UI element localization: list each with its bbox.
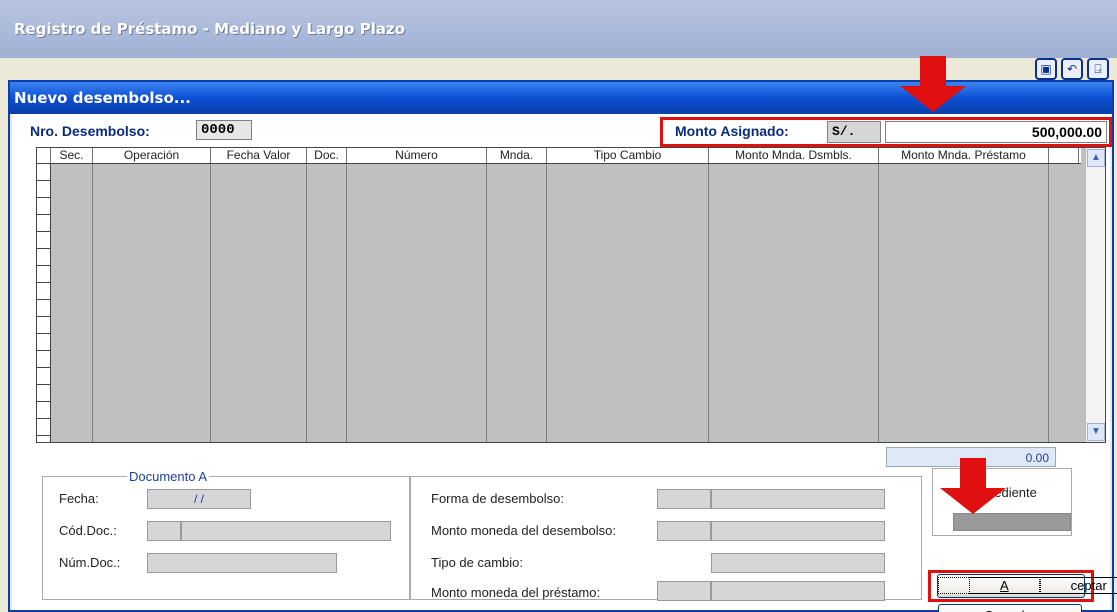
col-numero[interactable]: Número	[347, 148, 487, 163]
undo-icon[interactable]: ↶	[1061, 58, 1083, 80]
num-doc-field[interactable]	[147, 553, 337, 573]
dialog-content: Nro. Desembolso: 0000 Monto Asignado: S/…	[12, 114, 1117, 612]
nro-desembolso-label: Nro. Desembolso:	[30, 123, 150, 139]
grid-header: Sec. Operación Fecha Valor Doc. Número M…	[37, 148, 1081, 164]
monto-desembolso-currency[interactable]	[657, 521, 711, 541]
disbursement-grid[interactable]: Sec. Operación Fecha Valor Doc. Número M…	[36, 147, 1106, 443]
monto-asignado-highlight: Monto Asignado: S/. 500,000.00	[660, 117, 1112, 147]
grid-body[interactable]	[51, 164, 1049, 442]
cod-doc-label: Cód.Doc.:	[59, 523, 117, 538]
forma-desembolso-code[interactable]	[657, 489, 711, 509]
monto-desembolso-label: Monto moneda del desembolso:	[431, 523, 617, 538]
col-monto-dsmbls[interactable]: Monto Mnda. Dsmbls.	[709, 148, 879, 163]
col-sec[interactable]: Sec.	[51, 148, 93, 163]
fecha-field[interactable]: / /	[147, 489, 251, 509]
num-doc-label: Núm.Doc.:	[59, 555, 121, 570]
accept-highlight: Aceptar	[928, 570, 1117, 602]
outer-window-title: Registro de Préstamo - Mediano y Largo P…	[14, 20, 406, 38]
cod-doc-desc-field[interactable]	[181, 521, 391, 541]
col-fecha-valor[interactable]: Fecha Valor	[211, 148, 307, 163]
col-extra	[1049, 148, 1079, 163]
col-mnda[interactable]: Mnda.	[487, 148, 547, 163]
desembolso-group: Forma de desembolso: Monto moneda del de…	[410, 476, 922, 601]
exit-icon[interactable]: ⍈	[1087, 58, 1109, 80]
monto-asignado-value: 500,000.00	[885, 121, 1107, 143]
row-selector-header	[37, 148, 51, 163]
documento-legend: Documento A	[127, 469, 210, 484]
monto-desembolso-value[interactable]	[711, 521, 885, 541]
monto-prestamo-value[interactable]	[711, 581, 885, 601]
outer-toolbar: ▣ ↶ ⍈	[1035, 58, 1109, 80]
monto-asignado-label: Monto Asignado:	[675, 123, 789, 139]
scroll-up-icon[interactable]: ▲	[1087, 149, 1105, 167]
col-doc[interactable]: Doc.	[307, 148, 347, 163]
col-tipo-cambio[interactable]: Tipo Cambio	[547, 148, 709, 163]
new-disbursement-dialog: Nuevo desembolso... Nro. Desembolso: 000…	[8, 80, 1117, 612]
grid-scrollbar[interactable]: ▲ ▼	[1085, 148, 1105, 442]
cancel-button[interactable]: Cancelar	[938, 604, 1082, 612]
col-operacion[interactable]: Operación	[93, 148, 211, 163]
documento-group: Documento A Fecha: / / Cód.Doc.: Núm.Doc…	[42, 469, 410, 600]
monto-prestamo-label: Monto moneda del préstamo:	[431, 585, 601, 600]
tipo-cambio-label: Tipo de cambio:	[431, 555, 524, 570]
expediente-field[interactable]	[953, 513, 1071, 531]
col-monto-prestamo[interactable]: Monto Mnda. Préstamo	[879, 148, 1049, 163]
arrow-down-icon	[900, 56, 966, 112]
accept-button[interactable]: Aceptar	[937, 574, 1117, 598]
nro-desembolso-value: 0000	[196, 120, 252, 140]
forma-desembolso-desc[interactable]	[711, 489, 885, 509]
save-icon[interactable]: ▣	[1035, 58, 1057, 80]
cod-doc-field[interactable]	[147, 521, 181, 541]
tipo-cambio-field[interactable]	[711, 553, 885, 573]
arrow-down-icon	[940, 458, 1006, 514]
scroll-down-icon[interactable]: ▼	[1087, 423, 1105, 441]
outer-window-titlebar: Registro de Préstamo - Mediano y Largo P…	[0, 0, 1117, 58]
monto-currency: S/.	[827, 121, 881, 143]
monto-prestamo-currency[interactable]	[657, 581, 711, 601]
row-selectors[interactable]	[37, 164, 51, 442]
forma-desembolso-label: Forma de desembolso:	[431, 491, 564, 506]
fecha-label: Fecha:	[59, 491, 99, 506]
